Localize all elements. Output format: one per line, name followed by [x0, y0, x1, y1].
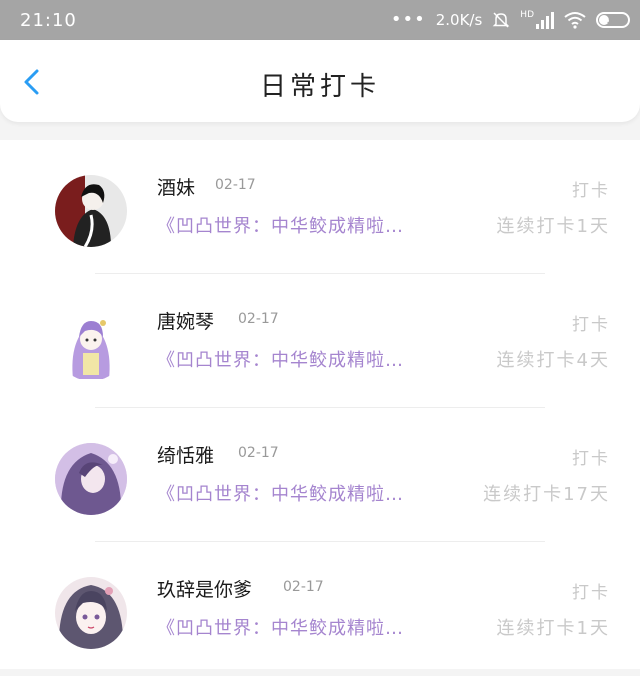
streak-text: 连续打卡17天: [483, 484, 610, 505]
avatar[interactable]: [55, 175, 127, 247]
list-item[interactable]: 唐婉琴 02-17 打卡 《凹凸世界：中华鲛成精啦… 连续打卡4天: [0, 274, 640, 408]
book-title[interactable]: 《凹凸世界：中华鲛成精啦…: [157, 346, 404, 372]
signal-icon: [536, 11, 554, 29]
hd-badge: HD: [520, 10, 534, 20]
checkin-button[interactable]: 打卡: [572, 176, 610, 201]
streak-text: 连续打卡1天: [496, 216, 610, 237]
checkin-button[interactable]: 打卡: [572, 310, 610, 335]
battery-icon: 32: [596, 12, 630, 28]
user-name: 玖辞是你爹: [157, 579, 253, 601]
checkin-button[interactable]: 打卡: [572, 578, 610, 603]
wifi-icon: [564, 12, 586, 29]
list-item[interactable]: 绮恬雅 02-17 打卡 《凹凸世界：中华鲛成精啦… 连续打卡17天: [0, 408, 640, 542]
mute-bell-icon: [492, 12, 510, 28]
list-item[interactable]: 玖辞是你爹 02-17 打卡 《凹凸世界：中华鲛成精啦… 连续打卡1天: [0, 542, 640, 676]
user-name: 酒妹: [157, 177, 196, 199]
status-icons: ••• 2.0K/s HD 32: [391, 11, 630, 29]
list-item[interactable]: 酒妹 02-17 打卡 《凹凸世界：中华鲛成精啦… 连续打卡1天: [0, 140, 640, 274]
checkin-date: 02-17: [215, 177, 256, 193]
more-dots-icon: •••: [390, 9, 426, 30]
user-name: 唐婉琴: [157, 311, 215, 333]
book-title[interactable]: 《凹凸世界：中华鲛成精啦…: [157, 614, 404, 640]
network-speed: 2.0K/s: [435, 11, 483, 29]
avatar[interactable]: [55, 309, 127, 381]
battery-level: 32: [606, 14, 620, 26]
page-title: 日常打卡: [259, 72, 380, 102]
checkin-date: 02-17: [238, 445, 279, 461]
streak-text: 连续打卡4天: [496, 350, 610, 371]
checkin-list: 酒妹 02-17 打卡 《凹凸世界：中华鲛成精啦… 连续打卡1天 唐婉琴 02-…: [0, 140, 640, 669]
user-name: 绮恬雅: [157, 445, 215, 467]
checkin-date: 02-17: [283, 579, 324, 595]
signal-group: HD: [520, 11, 554, 29]
checkin-date: 02-17: [238, 311, 279, 327]
avatar[interactable]: [55, 577, 127, 649]
streak-text: 连续打卡1天: [496, 618, 610, 639]
avatar[interactable]: [55, 443, 127, 515]
book-title[interactable]: 《凹凸世界：中华鲛成精啦…: [157, 212, 404, 238]
status-bar: 21:10 ••• 2.0K/s HD 32: [0, 0, 640, 40]
nav-header: 日常打卡: [0, 40, 640, 122]
checkin-button[interactable]: 打卡: [572, 444, 610, 469]
book-title[interactable]: 《凹凸世界：中华鲛成精啦…: [157, 480, 404, 506]
status-time: 21:10: [20, 9, 77, 31]
